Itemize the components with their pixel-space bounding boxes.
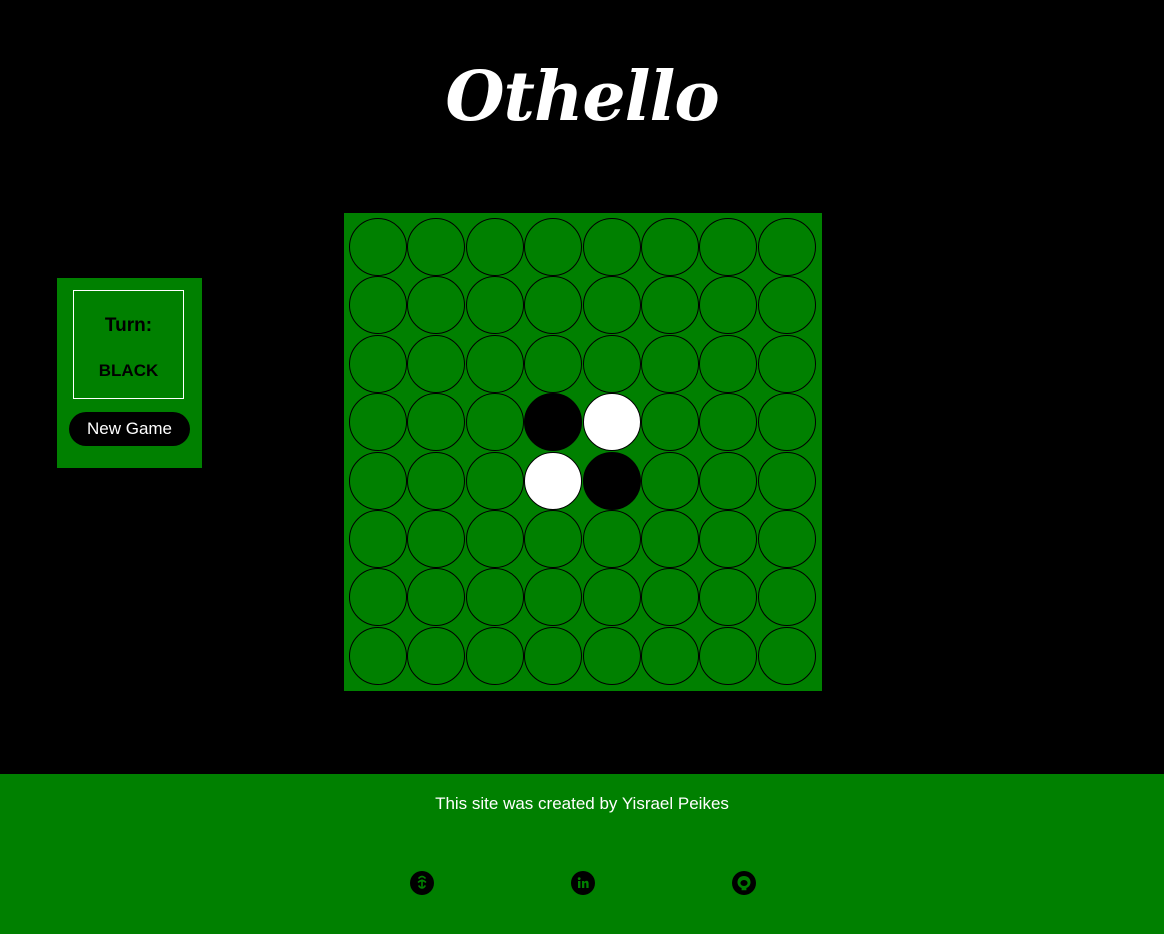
board-cell[interactable] [757,451,816,510]
board-cell[interactable] [407,568,466,627]
board-cell[interactable] [465,626,524,685]
board-cell[interactable] [641,276,699,335]
board-cell[interactable] [465,510,524,568]
board-cell[interactable] [349,334,407,393]
board-cell[interactable] [582,218,641,276]
board-cell[interactable] [407,626,466,685]
linkedin-icon[interactable] [571,871,595,895]
board-cell[interactable] [465,393,524,452]
board-cell[interactable] [407,393,466,452]
credit-text: This site was created by Yisrael Peikes [435,794,729,813]
board-cell[interactable] [407,218,466,276]
page: Othello Turn: BLACK New Game This site w… [0,0,1164,934]
board-cell[interactable] [349,218,407,276]
board-cell[interactable] [699,510,758,568]
turn-label: Turn: [104,315,153,336]
new-game-button[interactable]: New Game [69,412,190,446]
page-title: Othello [445,57,719,137]
board-cell[interactable] [641,334,699,393]
footer: This site was created by Yisrael Peikes [0,774,1164,934]
board-cell[interactable] [349,510,407,568]
white-piece[interactable] [524,451,583,510]
board-cell[interactable] [465,276,524,335]
board-cell[interactable] [465,451,524,510]
board-cell[interactable] [524,218,583,276]
board-cell[interactable] [524,626,583,685]
github-icon[interactable] [732,871,756,895]
board-cell[interactable] [699,218,758,276]
board-cell[interactable] [349,568,407,627]
board-cell[interactable] [699,626,758,685]
board-cell[interactable] [407,510,466,568]
board-cell[interactable] [757,276,816,335]
board-cell[interactable] [757,393,816,452]
board-cell[interactable] [641,626,699,685]
board-cell[interactable] [524,334,583,393]
board-cell[interactable] [465,568,524,627]
game-board [344,213,822,691]
board-cell[interactable] [407,276,466,335]
turn-value: BLACK [98,361,159,380]
board-cell[interactable] [349,276,407,335]
board-cell[interactable] [582,626,641,685]
board-cell[interactable] [465,218,524,276]
board-cell[interactable] [407,451,466,510]
board-cell[interactable] [757,218,816,276]
board-cell[interactable] [524,568,583,627]
board-cell[interactable] [757,568,816,627]
board-cell[interactable] [641,393,699,452]
board-cell[interactable] [582,334,641,393]
board-cell[interactable] [349,626,407,685]
black-piece[interactable] [582,451,641,510]
white-piece[interactable] [582,393,641,452]
board-cell[interactable] [407,334,466,393]
turn-indicator: Turn: BLACK [73,290,184,399]
board-cell[interactable] [641,510,699,568]
board-cell[interactable] [699,276,758,335]
board-cell[interactable] [641,218,699,276]
codewars-icon[interactable] [410,871,434,895]
board-cell[interactable] [349,393,407,452]
board-cell[interactable] [699,568,758,627]
board-cell[interactable] [699,334,758,393]
board-cell[interactable] [524,510,583,568]
board-cell[interactable] [582,276,641,335]
board-cell[interactable] [641,568,699,627]
board-cell[interactable] [465,334,524,393]
board-cell[interactable] [524,276,583,335]
board-cell[interactable] [582,510,641,568]
board-cell[interactable] [641,451,699,510]
status-panel: Turn: BLACK New Game [57,278,202,468]
board-cell[interactable] [699,451,758,510]
board-cell[interactable] [757,626,816,685]
board-cell[interactable] [757,334,816,393]
board-cell[interactable] [349,451,407,510]
board-cell[interactable] [582,568,641,627]
black-piece[interactable] [524,393,583,452]
board-cell[interactable] [699,393,758,452]
board-cell[interactable] [757,510,816,568]
